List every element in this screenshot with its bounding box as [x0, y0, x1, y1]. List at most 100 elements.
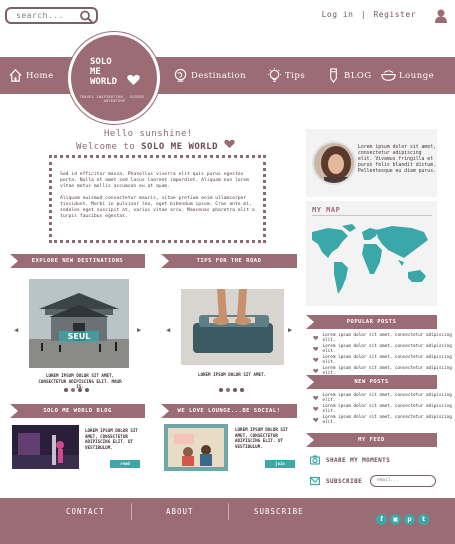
hello-greeting: Hello sunshine! — [104, 129, 193, 139]
post-list-label: Lorem ipsum dolor sit amet, consectetur … — [322, 393, 452, 403]
search-input[interactable]: search... — [5, 7, 98, 24]
heart-icon — [127, 74, 140, 85]
nav-blog-label: BLOG — [344, 70, 372, 81]
logo-line-1: SOLO — [90, 57, 112, 67]
post-list-label: Lorem ipsum dolor sit amet, consectetur … — [322, 404, 452, 414]
seoul-gate-photo — [29, 279, 129, 368]
slider-dot[interactable] — [78, 388, 82, 392]
post-list-item[interactable]: Lorem ipsum dolor sit amet, consectetur … — [313, 415, 455, 425]
slider-dot[interactable] — [71, 388, 75, 392]
slider-next-arrow[interactable]: ▶ — [137, 326, 141, 334]
nav-destination-label: Destination — [191, 70, 247, 81]
heart-icon — [313, 335, 319, 341]
footer-contact-link[interactable]: CONTACT — [66, 507, 105, 516]
heart-icon — [313, 395, 319, 401]
intro-text-box: Sed id efficitur massa. Phasellus viverr… — [49, 155, 266, 243]
section-popular-title: POPULAR POSTS — [306, 315, 437, 329]
twitter-icon[interactable]: t — [418, 514, 429, 525]
blog-photo — [12, 425, 79, 469]
facebook-icon[interactable]: f — [376, 514, 387, 525]
intro-paragraph-2: Aliquam euismod consectetur mauris, vita… — [60, 196, 255, 219]
section-lounge-title: WE LOVE LOUNGE...BE SOCIAL! — [161, 404, 297, 418]
heart-icon — [313, 417, 319, 423]
heart-icon — [313, 346, 319, 352]
logo-tagline: TRAVEL INSPIRATION - GUIDES - ADVENTURE — [79, 95, 150, 103]
post-list-item[interactable]: Lorem ipsum dolor sit amet, consectetur … — [313, 366, 455, 376]
share-moments-row[interactable]: SHARE MY MOMENTS — [310, 455, 390, 465]
login-link[interactable]: Log in — [322, 10, 354, 19]
map-divider — [312, 215, 432, 216]
slider-next-arrow[interactable]: ▶ — [288, 326, 292, 334]
slider-prev-arrow[interactable]: ◀ — [166, 326, 170, 334]
nav-lounge[interactable]: Lounge — [381, 57, 434, 94]
slider-dot[interactable] — [233, 388, 237, 392]
nav-destination[interactable]: Destination — [173, 57, 246, 94]
heart-icon — [224, 139, 235, 149]
post-list-label: Lorem ipsum dolor sit amet, consectetur … — [322, 366, 452, 376]
post-list-item[interactable]: Lorem ipsum dolor sit amet, consectetur … — [313, 333, 455, 343]
profile-bio: Lorem ipsum dolor sit amet, consectetur … — [358, 145, 436, 174]
email-field[interactable]: email... — [370, 475, 436, 487]
account-links: Log in | Register — [321, 10, 417, 19]
subscribe-label: SUBSCRIBE — [326, 477, 363, 485]
logo-wordmark: SOLO ME WORLD — [90, 57, 150, 87]
heart-icon — [313, 406, 319, 412]
explore-slider-dots[interactable] — [64, 388, 89, 392]
slider-dot[interactable] — [240, 388, 244, 392]
post-list-label: Lorem ipsum dolor sit amet, consectetur … — [322, 415, 452, 425]
slider-dot[interactable] — [85, 388, 89, 392]
blog-image[interactable] — [12, 425, 79, 469]
subscribe-row: SUBSCRIBE — [310, 476, 362, 486]
camera-icon — [310, 455, 320, 465]
post-list-item[interactable]: Lorem ipsum dolor sit amet, consectetur … — [313, 393, 455, 403]
explore-slide-image[interactable]: SEUL — [29, 279, 129, 368]
register-link[interactable]: Register — [373, 10, 416, 19]
mail-icon — [310, 476, 320, 486]
heart-icon — [313, 357, 319, 363]
footer-divider — [131, 503, 132, 520]
nav-tips-label: Tips — [285, 70, 306, 81]
slider-dot[interactable] — [226, 388, 230, 392]
pinterest-icon[interactable]: p — [404, 514, 415, 525]
post-list-item[interactable]: Lorem ipsum dolor sit amet, consectetur … — [313, 404, 455, 414]
nav-home[interactable]: Home — [8, 57, 54, 94]
tips-slider-dots[interactable] — [219, 388, 244, 392]
intro-paragraph-1: Sed id efficitur massa. Phasellus viverr… — [60, 172, 250, 189]
join-button[interactable]: join — [265, 460, 295, 468]
instagram-icon[interactable]: ▣ — [390, 514, 401, 525]
seoul-sign: SEUL — [67, 332, 91, 341]
nav-home-label: Home — [26, 70, 54, 81]
email-placeholder: email... — [377, 478, 399, 483]
heart-icon — [313, 368, 319, 374]
section-feed-title: MY FEED — [306, 433, 437, 447]
footer-subscribe-link[interactable]: SUBSCRIBE — [254, 507, 304, 516]
nav-blog[interactable]: BLOG — [326, 57, 372, 94]
lounge-photo — [164, 424, 228, 471]
nav-lounge-label: Lounge — [399, 70, 435, 81]
welcome-heading: Welcome to SOLO ME WORLD — [76, 142, 218, 152]
post-list-item[interactable]: Lorem ipsum dolor sit amet, consectetur … — [313, 344, 455, 354]
search-placeholder: search... — [16, 11, 64, 20]
lightbulb-icon — [267, 68, 282, 82]
section-blog-title: SOLO ME WORLD BLOG — [10, 404, 145, 418]
suitcase-photo — [181, 289, 284, 365]
footer-about-link[interactable]: ABOUT — [166, 507, 194, 516]
lounge-excerpt: LOREM IPSUM DOLOR SIT AMET, CONSECTETUR … — [235, 427, 288, 449]
map-title: MY MAP — [312, 206, 341, 214]
avatar — [312, 141, 356, 185]
world-map[interactable] — [308, 222, 435, 300]
slider-dot[interactable] — [64, 388, 68, 392]
nav-tips[interactable]: Tips — [267, 57, 305, 94]
tips-slide-image[interactable] — [181, 289, 284, 365]
bowl-icon — [381, 70, 396, 81]
read-button[interactable]: read — [110, 460, 140, 468]
section-new-posts-title: NEW POSTS — [306, 375, 437, 389]
blog-excerpt: LOREM IPSUM DOLOR SIT AMET, CONSECTETUR … — [85, 428, 138, 450]
tips-caption: LOREM IPSUM DOLOR SIT AMET. — [197, 372, 267, 377]
user-icon[interactable] — [435, 9, 447, 23]
post-list-item[interactable]: Lorem ipsum dolor sit amet, consectetur … — [313, 355, 455, 365]
slider-prev-arrow[interactable]: ◀ — [14, 326, 18, 334]
slider-dot[interactable] — [219, 388, 223, 392]
lounge-image[interactable] — [164, 424, 228, 471]
search-icon[interactable] — [79, 10, 93, 23]
